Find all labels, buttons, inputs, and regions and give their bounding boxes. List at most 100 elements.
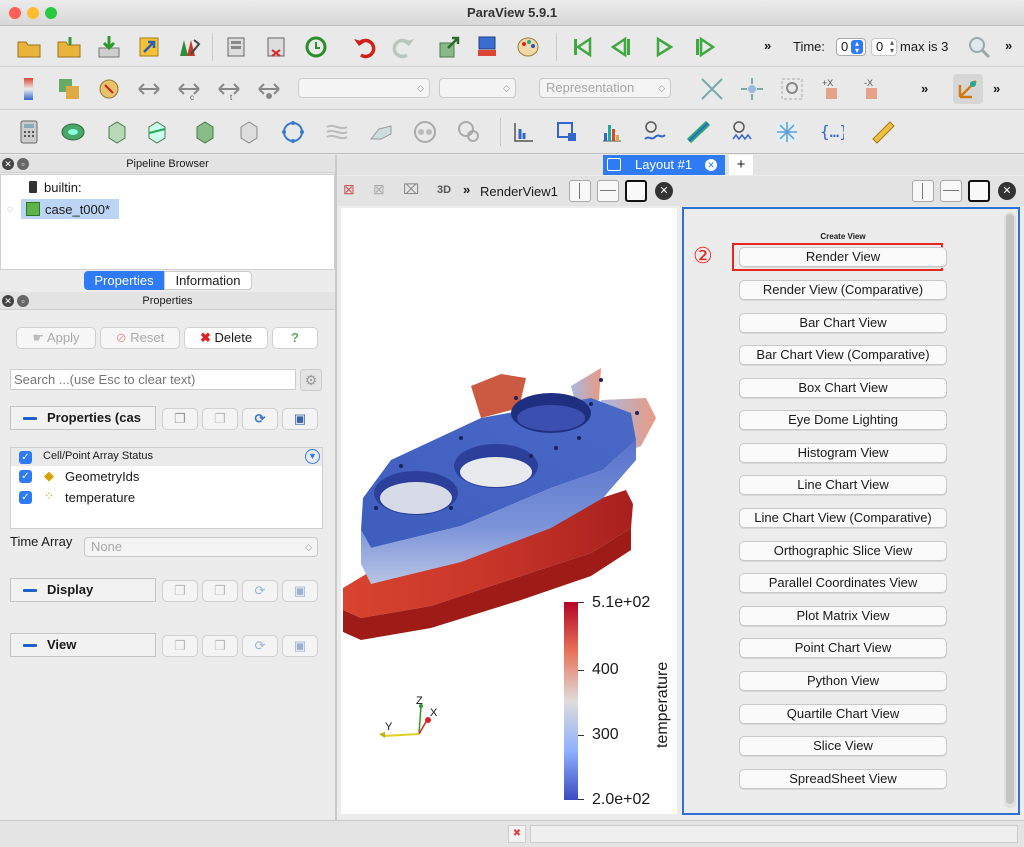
create-render-view-button[interactable]: Render View xyxy=(739,247,947,267)
close-tab-icon[interactable]: ✕ xyxy=(705,159,717,171)
paste-icon[interactable]: ❐ xyxy=(202,408,238,430)
create-box-chart-view-button[interactable]: Box Chart View xyxy=(739,378,947,398)
float-panel-icon[interactable]: ▫ xyxy=(17,295,29,307)
create-orthographic-slice-view-button[interactable]: Orthographic Slice View xyxy=(739,541,947,561)
apply-button[interactable]: ☛ Apply xyxy=(16,327,96,349)
create-histogram-view-button[interactable]: Histogram View xyxy=(739,443,947,463)
set-view-direction-plus-x-icon[interactable]: +X xyxy=(817,74,847,104)
close-panel-icon[interactable]: ✕ xyxy=(2,295,14,307)
create-slice-view-button[interactable]: Slice View xyxy=(739,736,947,756)
color-map-editor-icon[interactable] xyxy=(174,32,204,62)
tab-information[interactable]: Information xyxy=(164,271,252,290)
zoom-to-data-icon[interactable] xyxy=(737,74,767,104)
create-line-chart-view-button[interactable]: Line Chart View xyxy=(739,475,947,495)
save-defaults-icon[interactable]: ▣ xyxy=(282,580,318,602)
ruler-icon[interactable] xyxy=(868,117,898,147)
close-view-icon[interactable]: ✕ xyxy=(998,182,1016,200)
play-icon[interactable] xyxy=(649,32,679,62)
float-panel-icon[interactable]: ▫ xyxy=(17,158,29,170)
overflow-chevron-icon[interactable]: » xyxy=(993,81,1000,96)
spinner-arrows-icon[interactable]: ▴ ▾ xyxy=(890,39,894,55)
slice-icon[interactable] xyxy=(142,117,172,147)
histogram-icon[interactable] xyxy=(596,117,626,147)
create-bar-chart-view-comparative-button[interactable]: Bar Chart View (Comparative) xyxy=(739,345,947,365)
reset-button[interactable]: ⊘ Reset xyxy=(100,327,180,349)
scrollbar-track[interactable] xyxy=(1004,212,1016,808)
tab-layout-1[interactable]: Layout #1 ✕ xyxy=(603,155,725,175)
first-frame-icon[interactable] xyxy=(567,32,597,62)
server-connect-icon[interactable] xyxy=(221,32,251,62)
set-view-direction-minus-x-icon[interactable]: -X xyxy=(857,74,887,104)
maximize-view-icon[interactable] xyxy=(625,180,647,202)
refresh-icon[interactable]: ⟳ xyxy=(242,635,278,657)
pipeline-item-case-t000[interactable]: case_t000* xyxy=(21,199,119,219)
palette-icon[interactable] xyxy=(514,32,544,62)
tab-properties[interactable]: Properties xyxy=(84,271,164,290)
connect-icon[interactable] xyxy=(134,32,164,62)
save-data-icon[interactable] xyxy=(94,32,124,62)
chevron-down-icon[interactable]: ▼ xyxy=(305,449,320,464)
time-index-spinbox[interactable]: 0 ▴ ▾ xyxy=(871,38,897,56)
create-quartile-chart-view-button[interactable]: Quartile Chart View xyxy=(739,704,947,724)
eye-visibility-icon[interactable]: ◌ xyxy=(7,204,13,215)
help-button[interactable]: ? xyxy=(272,327,318,349)
create-point-chart-view-button[interactable]: Point Chart View xyxy=(739,638,947,658)
selection-view-icon[interactable]: ⊠ xyxy=(373,181,393,201)
interaction-mode-icon[interactable] xyxy=(953,74,983,104)
plot-selection-over-time-icon[interactable] xyxy=(684,117,714,147)
time-array-select[interactable]: None ◇ xyxy=(84,537,318,557)
create-python-view-button[interactable]: Python View xyxy=(739,671,947,691)
checkbox-temperature[interactable]: ✓ xyxy=(19,491,32,504)
gear-icon[interactable]: ⚙ xyxy=(300,369,322,391)
split-horizontal-icon[interactable] xyxy=(912,180,934,202)
python-calculator-icon[interactable]: {…} xyxy=(816,117,846,147)
create-spreadsheet-view-button[interactable]: SpreadSheet View xyxy=(739,769,947,789)
undo-history-icon[interactable] xyxy=(301,32,331,62)
capture-view-icon[interactable]: ⊠ xyxy=(343,181,363,201)
properties-section-toggle[interactable]: Properties (cas xyxy=(10,406,156,430)
time-value-input[interactable]: 0 ▴ ▾ xyxy=(836,38,866,56)
paste-icon[interactable]: ❐ xyxy=(202,635,238,657)
undo-icon[interactable] xyxy=(349,32,379,62)
calculator-icon[interactable] xyxy=(14,117,44,147)
overflow-chevron-icon[interactable]: » xyxy=(921,81,928,96)
reset-camera-icon[interactable] xyxy=(434,32,464,62)
plot-data-over-time-icon[interactable] xyxy=(640,117,670,147)
previous-frame-icon[interactable] xyxy=(607,32,637,62)
temporal-statistics-icon[interactable] xyxy=(728,117,758,147)
component-select[interactable]: ◇ xyxy=(439,78,516,98)
delete-button[interactable]: ✖ Delete xyxy=(184,327,268,349)
group-datasets-icon[interactable] xyxy=(410,117,440,147)
refresh-icon[interactable]: ⟳ xyxy=(242,408,278,430)
reset-range-icon[interactable] xyxy=(94,74,124,104)
view-section-toggle[interactable]: View xyxy=(10,633,156,657)
representation-select[interactable]: Representation ◇ xyxy=(539,78,671,98)
probe-location-icon[interactable] xyxy=(552,117,582,147)
split-horizontal-icon[interactable] xyxy=(569,180,591,202)
close-view-icon[interactable]: ✕ xyxy=(655,182,673,200)
camera-icon[interactable]: ⌧ xyxy=(403,181,423,201)
split-vertical-icon[interactable] xyxy=(940,180,962,202)
toggle-3d-button[interactable]: 3D xyxy=(437,184,451,196)
close-panel-icon[interactable]: ✕ xyxy=(2,158,14,170)
create-render-view-comparative-button[interactable]: Render View (Comparative) xyxy=(739,280,947,300)
create-line-chart-view-comparative-button[interactable]: Line Chart View (Comparative) xyxy=(739,508,947,528)
add-tab-button[interactable]: + xyxy=(729,155,753,175)
open-folder-icon[interactable] xyxy=(14,32,44,62)
extract-level-icon[interactable] xyxy=(454,117,484,147)
copy-icon[interactable]: ❐ xyxy=(162,635,198,657)
redo-icon[interactable] xyxy=(389,32,419,62)
contour-icon[interactable] xyxy=(58,117,88,147)
save-defaults-icon[interactable]: ▣ xyxy=(282,408,318,430)
create-eye-dome-lighting-button[interactable]: Eye Dome Lighting xyxy=(739,410,947,430)
paste-icon[interactable]: ❐ xyxy=(202,580,238,602)
warp-by-vector-icon[interactable] xyxy=(366,117,396,147)
color-by-select[interactable]: ◇ xyxy=(298,78,430,98)
edit-color-map-icon[interactable] xyxy=(54,74,84,104)
overflow-chevron-icon[interactable]: » xyxy=(1005,38,1012,53)
cell-centers-icon[interactable] xyxy=(772,117,802,147)
display-section-toggle[interactable]: Display xyxy=(10,578,156,602)
glyph-icon[interactable] xyxy=(278,117,308,147)
extract-subset-icon[interactable] xyxy=(234,117,264,147)
rescale-custom-icon[interactable] xyxy=(134,74,164,104)
